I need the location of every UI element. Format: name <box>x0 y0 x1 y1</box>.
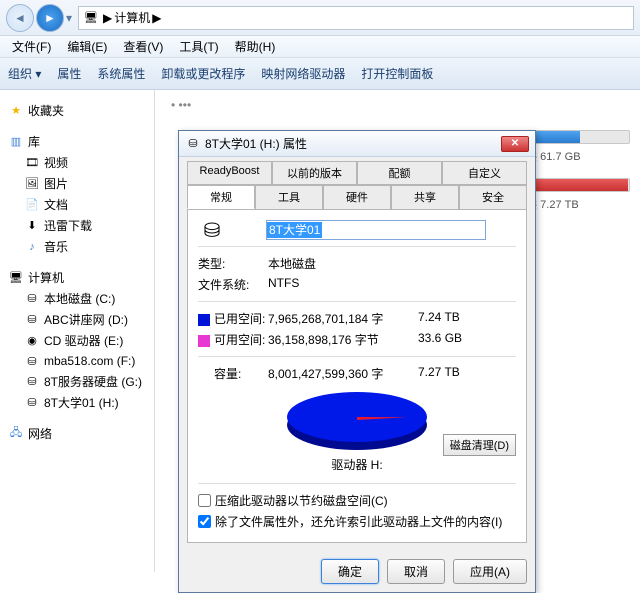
menu-bar: 文件(F) 编辑(E) 查看(V) 工具(T) 帮助(H) <box>0 36 640 58</box>
menu-view[interactable]: 查看(V) <box>115 36 171 57</box>
drive-icon: ⛁ <box>24 312 40 328</box>
drive-letter-label: 驱动器 H: <box>198 456 516 473</box>
organize-button[interactable]: 组织 ▾ <box>8 65 41 82</box>
free-bytes: 36,158,898,176 字节 <box>268 331 418 348</box>
used-swatch-icon <box>198 314 210 326</box>
address-bar[interactable]: 🖥 ▶ 计算机 ▶ <box>78 6 634 30</box>
history-dropdown-icon[interactable]: ▾ <box>66 11 72 25</box>
drive-icon: ⛁ <box>198 222 226 238</box>
sidebar: ★收藏夹 ▥库 🎞视频 🖼图片 📄文档 ⬇迅雷下载 ♪音乐 🖥计算机 ⛁本地磁盘… <box>0 90 155 572</box>
usage-label: , 共 61.7 GB <box>520 148 630 164</box>
sidebar-libraries[interactable]: ▥库 <box>2 131 152 152</box>
usage-bar <box>520 130 630 144</box>
network-icon: 🖧 <box>8 426 24 442</box>
sidebar-computer[interactable]: 🖥计算机 <box>2 267 152 288</box>
picture-icon: 🖼 <box>24 176 40 192</box>
music-icon: ♪ <box>24 239 40 255</box>
computer-icon: 🖥 <box>83 10 99 26</box>
video-icon: 🎞 <box>24 155 40 171</box>
sidebar-item-documents[interactable]: 📄文档 <box>2 194 152 215</box>
capacity-human: 7.27 TB <box>418 365 460 382</box>
tab-quota[interactable]: 配额 <box>357 161 442 185</box>
collapsed-group[interactable]: • ••• <box>161 96 634 116</box>
compress-checkbox[interactable]: 压缩此驱动器以节约磁盘空间(C) <box>198 490 516 511</box>
menu-tools[interactable]: 工具(T) <box>171 36 226 57</box>
menu-help[interactable]: 帮助(H) <box>227 36 284 57</box>
close-button[interactable]: ✕ <box>501 136 529 152</box>
tab-hardware[interactable]: 硬件 <box>323 185 391 209</box>
cpanel-button[interactable]: 打开控制面板 <box>361 65 433 82</box>
sidebar-drive-e[interactable]: ◉CD 驱动器 (E:) <box>2 330 152 351</box>
index-checkbox[interactable]: 除了文件属性外，还允许索引此驱动器上文件的内容(I) <box>198 511 516 532</box>
breadcrumb[interactable]: ▶ 计算机 ▶ <box>99 9 165 26</box>
menu-edit[interactable]: 编辑(E) <box>59 36 115 57</box>
used-bytes: 7,965,268,701,184 字 <box>268 310 418 327</box>
free-swatch-icon <box>198 335 210 347</box>
usage-bar <box>520 178 630 192</box>
capacity-label: 容量: <box>198 365 268 382</box>
drive-icon: ⛁ <box>24 374 40 390</box>
mapdrive-button[interactable]: 映射网络驱动器 <box>261 65 345 82</box>
sidebar-drive-h[interactable]: ⛁8T大学01 (H:) <box>2 392 152 413</box>
drive-icon: ⛁ <box>185 136 201 152</box>
tab-security[interactable]: 安全 <box>459 185 527 209</box>
sidebar-item-music[interactable]: ♪音乐 <box>2 236 152 257</box>
cd-icon: ◉ <box>24 333 40 349</box>
used-human: 7.24 TB <box>418 310 460 327</box>
tab-body-general: ⛁ 8T大学01 类型:本地磁盘 文件系统:NTFS 已用空间:7,965,26… <box>187 209 527 543</box>
sidebar-drive-c[interactable]: ⛁本地磁盘 (C:) <box>2 288 152 309</box>
document-icon: 📄 <box>24 197 40 213</box>
properties-dialog: ⛁8T大学01 (H:) 属性 ✕ ReadyBoost 以前的版本 配额 自定… <box>178 130 536 593</box>
sidebar-item-pictures[interactable]: 🖼图片 <box>2 173 152 194</box>
forward-button[interactable]: ► <box>36 4 64 32</box>
star-icon: ★ <box>8 103 24 119</box>
tab-tools[interactable]: 工具 <box>255 185 323 209</box>
download-icon: ⬇ <box>24 218 40 234</box>
sysprops-button[interactable]: 系统属性 <box>97 65 145 82</box>
sidebar-network[interactable]: 🖧网络 <box>2 423 152 444</box>
back-button[interactable]: ◄ <box>6 4 34 32</box>
uninstall-button[interactable]: 卸载或更改程序 <box>161 65 245 82</box>
sidebar-item-video[interactable]: 🎞视频 <box>2 152 152 173</box>
tab-strip: ReadyBoost 以前的版本 配额 自定义 常规 工具 硬件 共享 安全 <box>179 157 535 209</box>
tab-general[interactable]: 常规 <box>187 185 255 209</box>
free-label: 可用空间: <box>198 331 268 348</box>
menu-file[interactable]: 文件(F) <box>4 36 59 57</box>
tab-custom[interactable]: 自定义 <box>442 161 527 185</box>
type-label: 类型: <box>198 255 268 272</box>
usage-pie-chart <box>287 392 427 452</box>
tab-previous[interactable]: 以前的版本 <box>272 161 357 185</box>
nav-bar: ◄ ► ▾ 🖥 ▶ 计算机 ▶ <box>0 0 640 36</box>
sidebar-drive-f[interactable]: ⛁mba518.com (F:) <box>2 351 152 371</box>
sidebar-drive-d[interactable]: ⛁ABC讲座网 (D:) <box>2 309 152 330</box>
drive-icon: ⛁ <box>24 353 40 369</box>
sidebar-item-thunder[interactable]: ⬇迅雷下载 <box>2 215 152 236</box>
library-icon: ▥ <box>8 134 24 150</box>
tab-readyboost[interactable]: ReadyBoost <box>187 161 272 185</box>
disk-cleanup-button[interactable]: 磁盘清理(D) <box>443 434 516 456</box>
computer-icon: 🖥 <box>8 270 24 286</box>
tab-sharing[interactable]: 共享 <box>391 185 459 209</box>
type-value: 本地磁盘 <box>268 255 516 272</box>
usage-label: , 共 7.27 TB <box>520 196 630 212</box>
toolbar: 组织 ▾ 属性 系统属性 卸载或更改程序 映射网络驱动器 打开控制面板 <box>0 58 640 90</box>
sidebar-favorites[interactable]: ★收藏夹 <box>2 100 152 121</box>
fs-value: NTFS <box>268 276 516 293</box>
sidebar-drive-g[interactable]: ⛁8T服务器硬盘 (G:) <box>2 371 152 392</box>
dialog-title: 8T大学01 (H:) 属性 <box>205 135 307 152</box>
properties-button[interactable]: 属性 <box>57 65 81 82</box>
drive-icon: ⛁ <box>24 291 40 307</box>
free-human: 33.6 GB <box>418 331 462 348</box>
dialog-titlebar[interactable]: ⛁8T大学01 (H:) 属性 ✕ <box>179 131 535 157</box>
capacity-bytes: 8,001,427,599,360 字 <box>268 365 418 382</box>
drive-bars: , 共 61.7 GB , 共 7.27 TB <box>520 130 630 226</box>
fs-label: 文件系统: <box>198 276 268 293</box>
drive-name-input[interactable]: 8T大学01 <box>266 220 486 240</box>
used-label: 已用空间: <box>198 310 268 327</box>
drive-icon: ⛁ <box>24 395 40 411</box>
